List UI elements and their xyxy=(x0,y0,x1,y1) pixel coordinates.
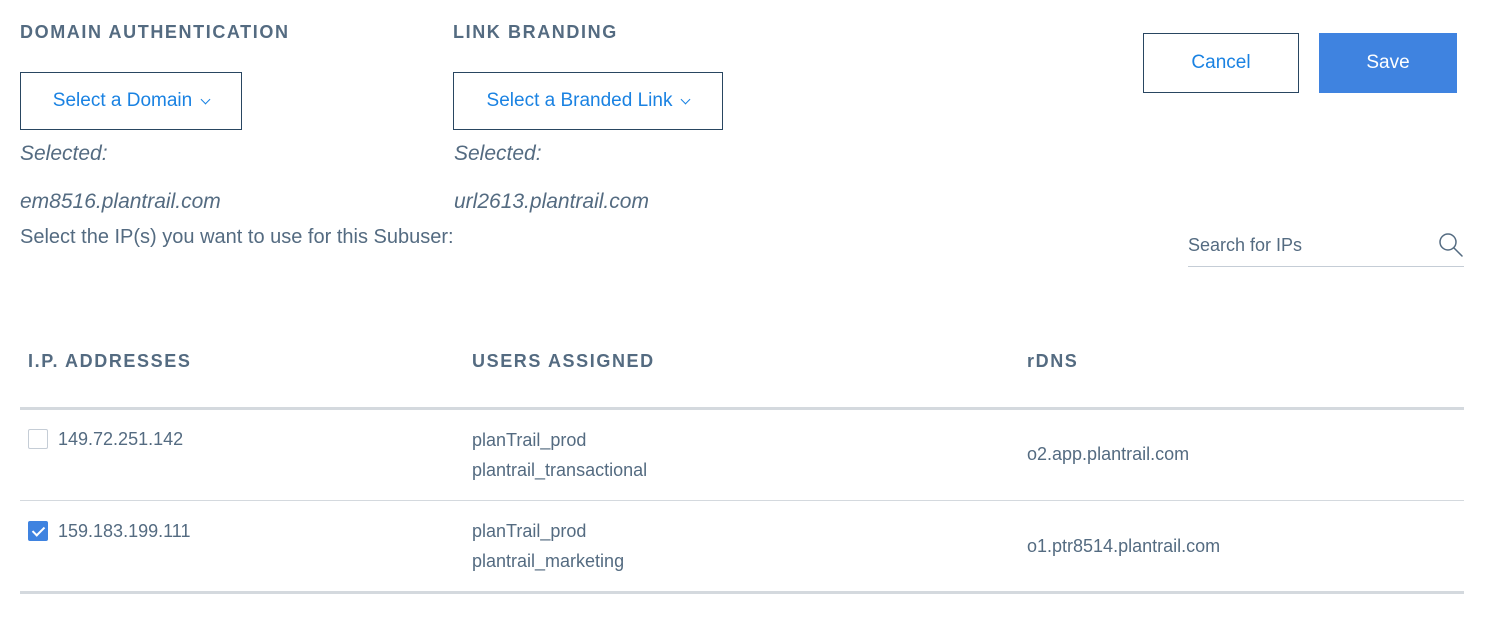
column-header-rdns: rDNS xyxy=(1027,351,1079,371)
search-input[interactable] xyxy=(1188,230,1428,260)
chevron-down-icon xyxy=(681,94,691,104)
search-icon[interactable] xyxy=(1438,232,1464,258)
domain-selected-label: Selected: xyxy=(20,142,108,165)
assigned-user: plantrail_transactional xyxy=(472,460,648,480)
domain-selected-value: em8516.plantrail.com xyxy=(20,190,221,213)
ip-address: 149.72.251.142 xyxy=(58,429,184,449)
save-button[interactable]: Save xyxy=(1319,33,1457,93)
chevron-down-icon xyxy=(200,94,211,104)
link-branding-label: LINK BRANDING xyxy=(453,22,618,42)
assigned-user: plantrail_marketing xyxy=(472,551,625,571)
row-checkbox[interactable] xyxy=(28,429,48,449)
column-header-users-assigned: USERS ASSIGNED xyxy=(472,351,655,371)
column-header-ip-addresses: I.P. ADDRESSES xyxy=(28,351,192,371)
table-header-divider xyxy=(20,407,1464,410)
link-selected-value: url2613.plantrail.com xyxy=(454,190,649,213)
row-checkbox[interactable] xyxy=(28,521,48,541)
table-bottom-divider xyxy=(20,591,1464,594)
select-branded-link-dropdown[interactable]: Select a Branded Link xyxy=(453,72,723,130)
select-domain-label: Select a Domain xyxy=(52,90,193,111)
assigned-user: planTrail_prod xyxy=(472,521,587,541)
select-branded-link-label: Select a Branded Link xyxy=(486,90,673,111)
select-domain-dropdown[interactable]: Select a Domain xyxy=(20,72,242,130)
ip-selection-prompt: Select the IP(s) you want to use for thi… xyxy=(20,226,454,248)
ip-search xyxy=(1188,228,1464,267)
row-divider xyxy=(20,500,1464,501)
domain-authentication-label: DOMAIN AUTHENTICATION xyxy=(20,22,290,42)
rdns-value: o2.app.plantrail.com xyxy=(1027,444,1190,464)
rdns-value: o1.ptr8514.plantrail.com xyxy=(1027,536,1221,556)
cancel-button[interactable]: Cancel xyxy=(1143,33,1299,93)
ip-address: 159.183.199.111 xyxy=(58,521,191,541)
link-selected-label: Selected: xyxy=(454,142,542,165)
assigned-user: planTrail_prod xyxy=(472,430,587,450)
